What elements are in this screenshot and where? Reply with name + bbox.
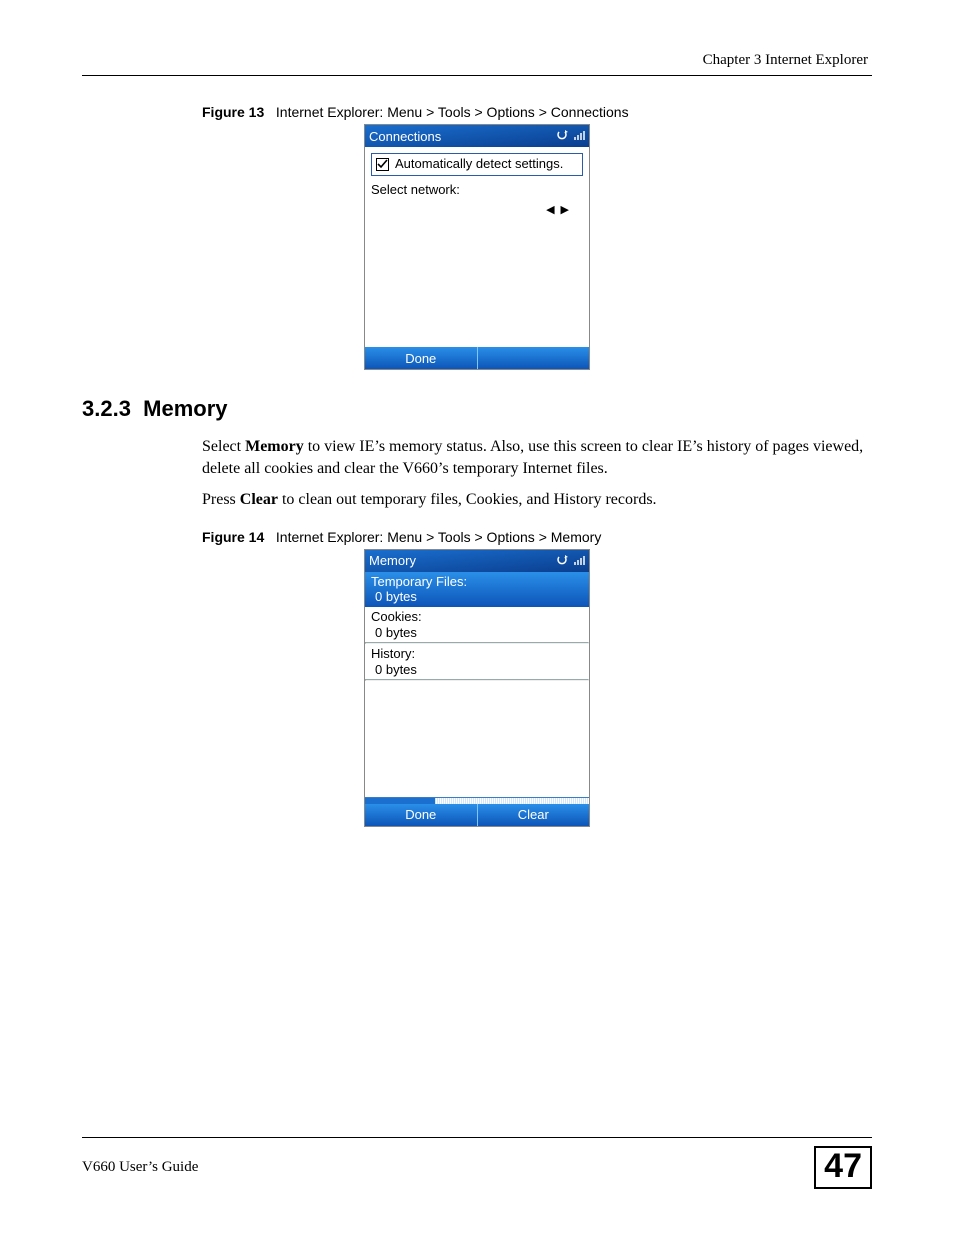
page-footer: V660 User’s Guide 47 xyxy=(82,1137,872,1189)
para1-bold: Memory xyxy=(245,438,304,455)
section-number: 3.2.3 xyxy=(82,396,131,421)
titlebar-icons-2 xyxy=(555,555,585,567)
figure13-caption-text: Internet Explorer: Menu > Tools > Option… xyxy=(276,104,629,120)
figure14-caption-text: Internet Explorer: Menu > Tools > Option… xyxy=(276,529,601,545)
memory-titlebar: Memory xyxy=(365,550,589,572)
footer-row: V660 User’s Guide 47 xyxy=(82,1146,872,1189)
auto-detect-row[interactable]: Automatically detect settings. xyxy=(371,153,583,176)
titlebar-icons xyxy=(555,130,585,142)
memory-empty-space xyxy=(365,681,589,796)
para-1: Select Memory to view IE’s memory status… xyxy=(82,436,872,479)
para2-pre: Press xyxy=(202,491,240,508)
footer-guide-label: V660 User’s Guide xyxy=(82,1159,198,1176)
memory-item-history[interactable]: History: 0 bytes xyxy=(365,644,589,679)
figure14-screenshot: Memory Temporary Files: 0 bytes Cookies:… xyxy=(82,549,872,827)
page: Chapter 3 Internet Explorer Figure 13 In… xyxy=(0,0,954,1235)
arrow-left-icon: ◀ xyxy=(546,203,554,216)
connections-titlebar: Connections xyxy=(365,125,589,147)
figure14-label: Figure 14 xyxy=(202,529,264,545)
network-selector[interactable]: ◀ ▶ xyxy=(371,203,583,216)
clear-softkey[interactable]: Clear xyxy=(478,807,590,822)
temp-files-label: Temporary Files: xyxy=(371,574,583,590)
para2-post: to clean out temporary files, Cookies, a… xyxy=(278,491,657,508)
memory-body: Temporary Files: 0 bytes Cookies: 0 byte… xyxy=(365,572,589,804)
figure13-label: Figure 13 xyxy=(202,104,264,120)
memory-screen: Memory Temporary Files: 0 bytes Cookies:… xyxy=(364,549,590,827)
done-softkey[interactable]: Done xyxy=(365,351,477,366)
connections-body: Automatically detect settings. Select ne… xyxy=(365,147,589,347)
signal-icon xyxy=(573,555,585,567)
connections-screen: Connections Automatically detect setting… xyxy=(364,124,590,370)
memory-title: Memory xyxy=(369,553,416,568)
connections-title: Connections xyxy=(369,129,441,144)
history-label: History: xyxy=(371,646,583,662)
para-2: Press Clear to clean out temporary files… xyxy=(82,489,872,511)
section-heading: 3.2.3 Memory xyxy=(82,396,872,422)
section-title: Memory xyxy=(143,396,227,421)
arrow-right-icon: ▶ xyxy=(561,203,569,216)
figure14-caption: Figure 14 Internet Explorer: Menu > Tool… xyxy=(202,529,872,545)
auto-detect-label: Automatically detect settings. xyxy=(395,157,563,172)
softkey-divider xyxy=(477,347,478,369)
footer-rule xyxy=(82,1137,872,1138)
figure13-screenshot: Connections Automatically detect setting… xyxy=(82,124,872,370)
cookies-label: Cookies: xyxy=(371,609,583,625)
para2-bold: Clear xyxy=(240,491,278,508)
select-network-label: Select network: xyxy=(371,182,583,197)
temp-files-value: 0 bytes xyxy=(371,589,583,605)
para1-pre: Select xyxy=(202,438,245,455)
done-softkey[interactable]: Done xyxy=(365,807,477,822)
figure13-caption: Figure 13 Internet Explorer: Menu > Tool… xyxy=(202,104,872,120)
memory-item-cookies[interactable]: Cookies: 0 bytes xyxy=(365,607,589,642)
refresh-icon xyxy=(555,555,569,567)
chapter-header: Chapter 3 Internet Explorer xyxy=(82,52,872,69)
refresh-icon xyxy=(555,130,569,142)
header-rule xyxy=(82,75,872,76)
checkmark-icon xyxy=(377,159,388,170)
memory-softkeys: Done Clear xyxy=(365,804,589,826)
page-number: 47 xyxy=(814,1146,872,1189)
auto-detect-checkbox[interactable] xyxy=(376,158,389,171)
connections-softkeys: Done xyxy=(365,347,589,369)
memory-item-temp-files[interactable]: Temporary Files: 0 bytes xyxy=(365,572,589,607)
cookies-value: 0 bytes xyxy=(371,625,583,641)
signal-icon xyxy=(573,130,585,142)
memory-scrollbar xyxy=(365,797,589,804)
history-value: 0 bytes xyxy=(371,662,583,678)
